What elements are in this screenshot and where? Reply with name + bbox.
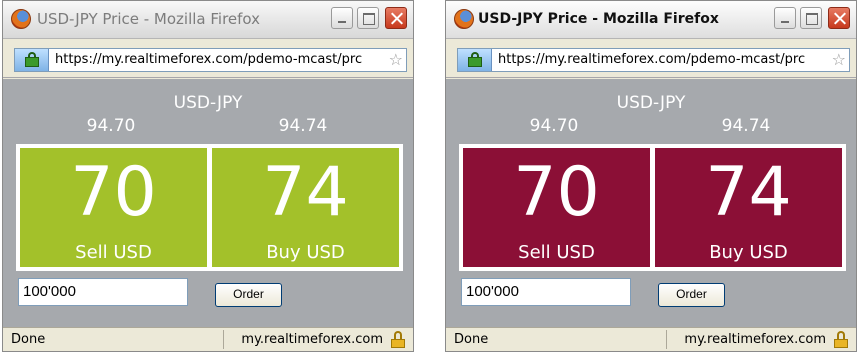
currency-pair-label: USD-JPY xyxy=(616,93,686,113)
buy-pips: 74 xyxy=(705,153,792,232)
status-divider xyxy=(223,330,224,349)
url-field[interactable]: https://my.realtimeforex.com/pdemo-mcast… xyxy=(14,48,407,72)
browser-window: USD-JPY Price - Mozilla Firefox https://… xyxy=(2,0,414,352)
sell-label: Sell USD xyxy=(518,242,595,263)
close-button[interactable] xyxy=(828,7,850,29)
address-bar: https://my.realtimeforex.com/pdemo-mcast… xyxy=(3,40,413,78)
title-bar[interactable]: USD-JPY Price - Mozilla Firefox xyxy=(3,1,413,39)
url-text: https://my.realtimeforex.com/pdemo-mcast… xyxy=(498,52,806,67)
buy-label: Buy USD xyxy=(266,242,345,263)
status-host: my.realtimeforex.com xyxy=(684,332,826,347)
status-host: my.realtimeforex.com xyxy=(241,332,383,347)
padlock-icon[interactable] xyxy=(834,331,848,348)
buy-price: 94.74 xyxy=(721,116,771,136)
sell-pips: 70 xyxy=(513,153,600,232)
minimize-button[interactable] xyxy=(331,7,353,29)
currency-pair-label: USD-JPY xyxy=(173,93,243,113)
url-field[interactable]: https://my.realtimeforex.com/pdemo-mcast… xyxy=(457,48,850,72)
sell-tile[interactable]: 70 Sell USD xyxy=(463,148,650,267)
browser-window: USD-JPY Price - Mozilla Firefox https://… xyxy=(445,0,857,352)
buy-label: Buy USD xyxy=(709,242,788,263)
minimize-button[interactable] xyxy=(774,7,796,29)
maximize-button[interactable] xyxy=(357,7,379,29)
amount-input[interactable]: 100'000 xyxy=(18,278,188,306)
site-identity-lock-icon[interactable] xyxy=(15,49,49,71)
order-button[interactable]: Order xyxy=(658,283,725,307)
sell-pips: 70 xyxy=(70,153,157,232)
status-text: Done xyxy=(454,332,489,347)
sell-label: Sell USD xyxy=(75,242,152,263)
sell-tile[interactable]: 70 Sell USD xyxy=(20,148,207,267)
quote-board: 70 Sell USD 74 Buy USD xyxy=(16,144,403,271)
firefox-icon xyxy=(454,9,474,29)
amount-input[interactable]: 100'000 xyxy=(461,278,631,306)
close-button[interactable] xyxy=(385,7,407,29)
status-text: Done xyxy=(11,332,46,347)
bookmark-star-icon[interactable]: ☆ xyxy=(389,50,403,70)
status-divider xyxy=(666,330,667,349)
padlock-icon[interactable] xyxy=(391,331,405,348)
buy-tile[interactable]: 74 Buy USD xyxy=(212,148,399,267)
buy-price: 94.74 xyxy=(278,116,328,136)
price-panel: USD-JPY 94.70 94.74 70 Sell USD 74 Buy U… xyxy=(446,79,856,329)
status-bar: Done my.realtimeforex.com xyxy=(446,327,856,351)
price-panel: USD-JPY 94.70 94.74 70 Sell USD 74 Buy U… xyxy=(3,79,413,329)
maximize-button[interactable] xyxy=(800,7,822,29)
sell-price: 94.70 xyxy=(86,116,136,136)
window-title: USD-JPY Price - Mozilla Firefox xyxy=(37,10,261,28)
quote-board: 70 Sell USD 74 Buy USD xyxy=(459,144,846,271)
address-bar: https://my.realtimeforex.com/pdemo-mcast… xyxy=(446,40,856,78)
url-text: https://my.realtimeforex.com/pdemo-mcast… xyxy=(55,52,363,67)
site-identity-lock-icon[interactable] xyxy=(458,49,492,71)
bookmark-star-icon[interactable]: ☆ xyxy=(832,50,846,70)
buy-pips: 74 xyxy=(262,153,349,232)
title-bar[interactable]: USD-JPY Price - Mozilla Firefox xyxy=(446,1,856,39)
status-bar: Done my.realtimeforex.com xyxy=(3,327,413,351)
firefox-icon xyxy=(11,9,31,29)
order-button[interactable]: Order xyxy=(215,283,282,307)
buy-tile[interactable]: 74 Buy USD xyxy=(655,148,842,267)
window-title: USD-JPY Price - Mozilla Firefox xyxy=(478,11,719,27)
sell-price: 94.70 xyxy=(529,116,579,136)
